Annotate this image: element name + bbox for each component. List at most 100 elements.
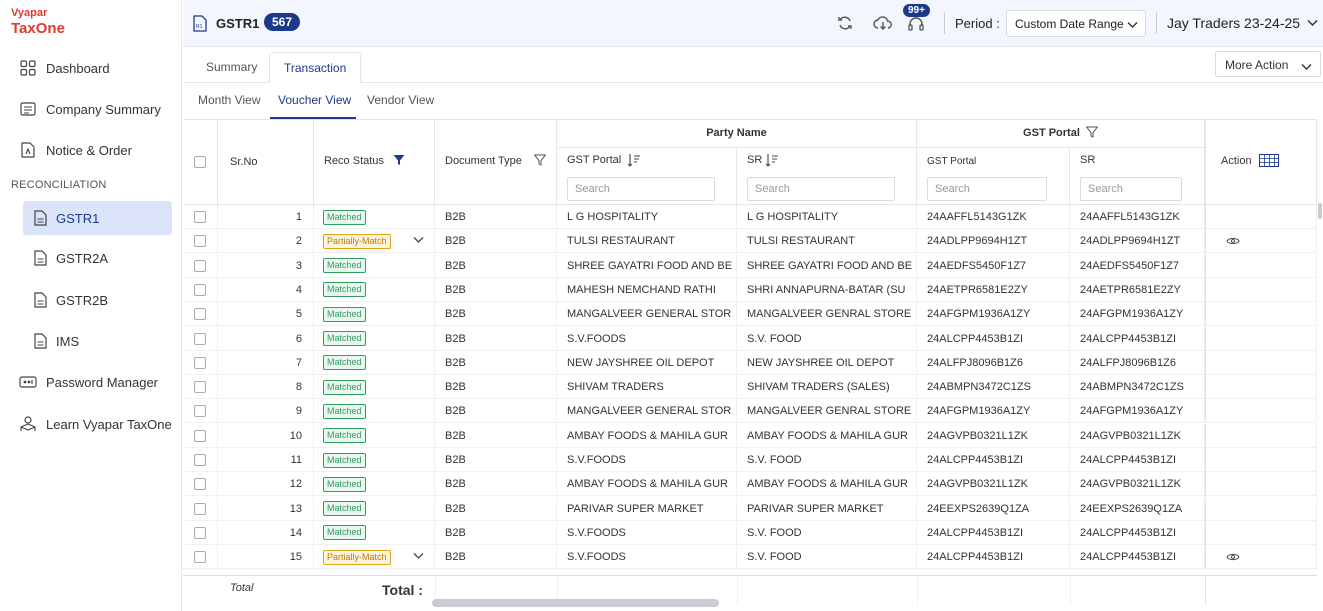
row-checkbox[interactable]: [194, 211, 206, 224]
more-action-label: More Action: [1225, 58, 1289, 72]
tab-summary[interactable]: Summary: [192, 52, 271, 83]
gstin-portal: 24AGVPB0321L1ZK: [927, 429, 1028, 442]
table-row[interactable]: 11 Matched B2B S.V.FOODS S.V. FOOD 24ALCPP445…: [183, 448, 1317, 472]
gst-portal-search-input[interactable]: Search: [927, 177, 1047, 201]
party-name-sr: MANGALVEER GENRAL STORE: [747, 308, 912, 321]
notification-badge[interactable]: 99+: [903, 4, 930, 17]
page-title: GSTR1: [216, 16, 260, 31]
gstin-sr: 24ALCPP4453B1ZI: [1080, 526, 1177, 539]
sidebar-item-company-summary[interactable]: Company Summary: [0, 92, 182, 126]
table-row[interactable]: 8 Matched B2B SHIVAM TRADERS SHIVAM TRADERS …: [183, 375, 1317, 400]
status-badge: Matched: [323, 452, 366, 468]
sr-no: 6: [295, 332, 302, 345]
sidebar-item-label: Company Summary: [46, 101, 161, 117]
party-name-portal: TULSI RESTAURANT: [567, 235, 675, 248]
table-row[interactable]: 9 Matched B2B MANGALVEER GENERAL STOR MANGAL…: [183, 399, 1317, 424]
more-action-button[interactable]: More Action: [1215, 51, 1321, 77]
gstin-sr: 24AFGPM1936A1ZY: [1080, 308, 1184, 321]
table-row[interactable]: 5 Matched B2B MANGALVEER GENERAL STOR MANGAL…: [183, 302, 1317, 327]
status-badge: Matched: [323, 501, 366, 517]
document-type: B2B: [445, 259, 466, 272]
row-checkbox[interactable]: [194, 235, 206, 248]
table-row[interactable]: 4 Matched B2B MAHESH NEMCHAND RATHI SHRI ANN…: [183, 277, 1317, 302]
table-row[interactable]: 1 Matched B2B L G HOSPITALITY L G HOSPITALIT…: [183, 205, 1317, 229]
period-select[interactable]: Custom Date Range: [1006, 10, 1146, 37]
select-all-checkbox[interactable]: [194, 156, 206, 168]
table-row[interactable]: 2 Partially-Match B2B TULSI RESTAURANT TULSI…: [183, 229, 1317, 254]
column-settings-icon[interactable]: [1259, 154, 1279, 170]
sidebar-item-password-manager[interactable]: Password Manager: [0, 365, 182, 399]
sidebar-item-learn-vyapar-taxone[interactable]: Learn Vyapar TaxOne: [0, 407, 182, 441]
gst-sr-search-input[interactable]: Search: [1080, 177, 1182, 201]
document-type: B2B: [445, 308, 466, 321]
row-checkbox[interactable]: [194, 454, 206, 467]
view-month[interactable]: Month View: [198, 93, 260, 107]
sort-icon[interactable]: [627, 153, 641, 170]
refresh-icon[interactable]: [836, 14, 854, 37]
tab-transaction[interactable]: Transaction: [269, 52, 362, 83]
brand-logo[interactable]: Vyapar TaxOne: [11, 8, 65, 37]
row-checkbox[interactable]: [194, 308, 206, 321]
chevron-down-icon[interactable]: [413, 545, 424, 569]
table-row[interactable]: 14 Matched B2B S.V.FOODS S.V. FOOD 24ALCPP445…: [183, 520, 1317, 545]
party-name-portal: L G HOSPITALITY: [567, 211, 659, 223]
sidebar-item-notice-order[interactable]: Notice & Order: [0, 133, 182, 167]
row-checkbox[interactable]: [194, 381, 206, 394]
sidebar-item-gstr2b[interactable]: GSTR2B: [0, 283, 182, 317]
party-name-portal: S.V.FOODS: [567, 551, 626, 564]
table-row[interactable]: 6 Matched B2B S.V.FOODS S.V. FOOD 24ALCPP4453…: [183, 326, 1317, 351]
document-icon: R1: [193, 15, 207, 37]
gstin-portal: 24AEDFS5450F1Z7: [927, 259, 1027, 272]
row-checkbox[interactable]: [194, 356, 206, 369]
sidebar-item-gstr2a[interactable]: GSTR2A: [0, 241, 182, 275]
party-sr-search-input[interactable]: Search: [747, 177, 895, 201]
sr-no: 13: [289, 502, 302, 515]
view-eye-icon[interactable]: [1226, 237, 1240, 249]
row-checkbox[interactable]: [194, 283, 206, 296]
header-reco-label: Reco Status: [324, 155, 384, 167]
support-icon[interactable]: [907, 16, 925, 38]
sidebar-item-dashboard[interactable]: Dashboard: [0, 51, 182, 85]
party-name-sr: L G HOSPITALITY: [747, 211, 839, 223]
total-label: Total: [230, 582, 254, 594]
row-checkbox[interactable]: [194, 478, 206, 491]
row-checkbox[interactable]: [194, 551, 206, 564]
sidebar-item-gstr1[interactable]: GSTR1: [23, 201, 172, 235]
chevron-down-icon[interactable]: [413, 229, 424, 253]
table-row[interactable]: 3 Matched B2B SHREE GAYATRI FOOD AND BE SHRE…: [183, 253, 1317, 278]
row-checkbox[interactable]: [194, 429, 206, 442]
filter-icon[interactable]: [1085, 126, 1099, 141]
row-checkbox[interactable]: [194, 405, 206, 418]
header-doctype-label: Document Type: [445, 155, 522, 167]
party-name-portal: MANGALVEER GENERAL STOR: [567, 405, 732, 418]
party-name-sr: S.V. FOOD: [747, 526, 802, 539]
company-select[interactable]: Jay Traders 23-24-25: [1167, 15, 1318, 31]
view-vendor[interactable]: Vendor View: [367, 93, 434, 107]
vertical-scrollbar[interactable]: [1318, 203, 1322, 219]
sort-icon[interactable]: [765, 153, 779, 170]
filter-icon[interactable]: [533, 154, 547, 169]
row-checkbox[interactable]: [194, 502, 206, 515]
filter-active-icon[interactable]: [393, 154, 405, 169]
gstin-sr: 24AGVPB0321L1ZK: [1080, 429, 1181, 442]
row-checkbox[interactable]: [194, 526, 206, 539]
party-name-portal: PARIVAR SUPER MARKET: [567, 502, 704, 515]
sr-no: 11: [290, 454, 302, 466]
document-icon: [32, 332, 48, 350]
header-party-portal-label: GST Portal: [567, 154, 622, 166]
table-row[interactable]: 15 Partially-Match B2B S.V.FOODS S.V. FOOD 24…: [183, 545, 1317, 570]
cloud-download-icon[interactable]: [873, 14, 893, 37]
row-checkbox[interactable]: [194, 259, 206, 272]
sidebar-item-ims[interactable]: IMS: [0, 324, 182, 358]
table-row[interactable]: 13 Matched B2B PARIVAR SUPER MARKET PARIVAR …: [183, 496, 1317, 521]
horizontal-scrollbar[interactable]: [432, 599, 719, 607]
table-row[interactable]: 12 Matched B2B AMBAY FOODS & MAHILA GUR AMBA…: [183, 472, 1317, 497]
view-eye-icon[interactable]: [1226, 553, 1240, 565]
table-row[interactable]: 10 Matched B2B AMBAY FOODS & MAHILA GUR AMBA…: [183, 423, 1317, 448]
party-name-sr: NEW JAYSHREE OIL DEPOT: [747, 356, 895, 369]
party-portal-search-input[interactable]: Search: [567, 177, 715, 201]
top-bar: R1 GSTR1 567 99+ Period : Custom Date Ra…: [183, 0, 1323, 47]
view-voucher[interactable]: Voucher View: [278, 93, 351, 107]
table-row[interactable]: 7 Matched B2B NEW JAYSHREE OIL DEPOT NEW JAY…: [183, 350, 1317, 375]
row-checkbox[interactable]: [194, 332, 206, 345]
